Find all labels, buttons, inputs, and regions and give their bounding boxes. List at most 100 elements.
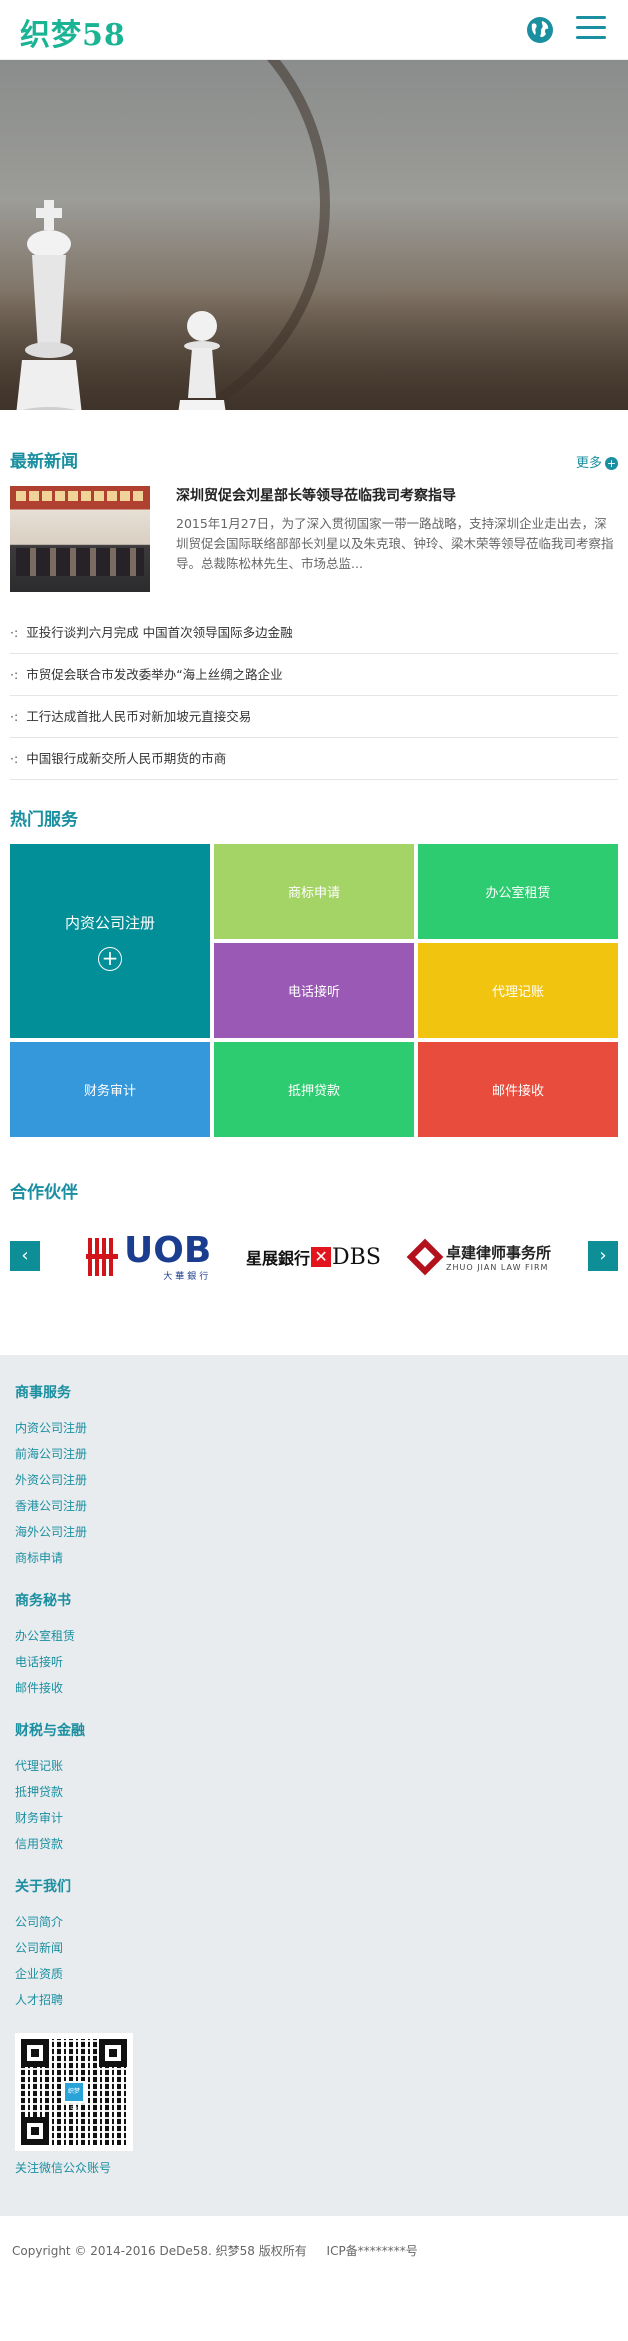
featured-news[interactable]: 深圳贸促会刘星部长等领导莅临我司考察指导 2015年1月27日，为了深入贯彻国家… — [0, 482, 628, 592]
plus-circle-icon: + — [98, 946, 122, 971]
menu-icon[interactable] — [576, 16, 606, 42]
footer-links: 内资公司注册 前海公司注册 外资公司注册 香港公司注册 海外公司注册 商标申请 — [15, 1415, 613, 1571]
header: 织梦58 — [0, 0, 628, 60]
footer-link[interactable]: 抵押贷款 — [15, 1779, 613, 1805]
partners-title: 合作伙伴 — [10, 1183, 78, 1203]
service-tile-domestic-registration[interactable]: 内资公司注册 + — [10, 844, 210, 1038]
footer-link[interactable]: 人才招聘 — [15, 1987, 613, 2013]
footer-links: 办公室租赁 电话接听 邮件接收 — [15, 1623, 613, 1701]
qr-finder — [21, 2117, 49, 2145]
partner-logo-uob[interactable]: UOB 大華銀行 — [86, 1231, 211, 1283]
icp-number[interactable]: ICP备********号 — [327, 2244, 418, 2258]
uob-mark-icon — [86, 1238, 118, 1276]
tile-label: 抵押贷款 — [287, 1084, 340, 1099]
featured-news-title[interactable]: 深圳贸促会刘星部长等领导莅临我司考察指导 — [176, 486, 618, 506]
footer-link[interactable]: 内资公司注册 — [15, 1415, 613, 1441]
footer-link[interactable]: 外资公司注册 — [15, 1467, 613, 1493]
news-list-item[interactable]: ·: 中国银行成新交所人民币期货的市商 — [10, 738, 618, 780]
footer-link[interactable]: 公司新闻 — [15, 1935, 613, 1961]
footer-link[interactable]: 信用贷款 — [15, 1831, 613, 1857]
footer-link[interactable]: 代理记账 — [15, 1753, 613, 1779]
copyright-bar: Copyright © 2014-2016 DeDe58. 织梦58 版权所有 … — [0, 2216, 628, 2286]
service-tile-phone-answering[interactable]: 电话接听 — [214, 943, 414, 1038]
services-title: 热门服务 — [10, 810, 78, 830]
footer: 商事服务 内资公司注册 前海公司注册 外资公司注册 香港公司注册 海外公司注册 … — [0, 1355, 628, 2216]
footer-links: 代理记账 抵押贷款 财务审计 信用贷款 — [15, 1753, 613, 1857]
service-tile-mortgage-loan[interactable]: 抵押贷款 — [214, 1042, 414, 1137]
wechat-qr-code: 织梦58 — [15, 2033, 133, 2151]
news-more-link[interactable]: 更多 + — [576, 452, 618, 471]
carousel-next-button[interactable]: › — [588, 1241, 618, 1271]
footer-group-about: 关于我们 公司简介 公司新闻 企业资质 人才招聘 — [15, 1877, 613, 2013]
footer-link[interactable]: 香港公司注册 — [15, 1493, 613, 1519]
thumb-banner — [16, 491, 144, 501]
dbs-x-icon: ✕ — [311, 1247, 332, 1267]
footer-link[interactable]: 公司简介 — [15, 1909, 613, 1935]
tile-label: 财务审计 — [83, 1084, 136, 1099]
service-tile-office-rental[interactable]: 办公室租赁 — [418, 844, 618, 939]
hero-banner[interactable] — [0, 60, 628, 410]
bullet-icon: ·: — [10, 751, 19, 766]
zhuojian-en-name: ZHUO JIAN LAW FIRM — [446, 1263, 549, 1272]
news-item-title: 亚投行谈判六月完成 中国首次领导国际多边金融 — [26, 625, 293, 640]
dbs-cn-name: 星展銀行 — [246, 1249, 311, 1268]
services-header: 热门服务 — [0, 800, 628, 840]
footer-group-secretary: 商务秘书 办公室租赁 电话接听 邮件接收 — [15, 1591, 613, 1701]
footer-link[interactable]: 商标申请 — [15, 1545, 613, 1571]
carousel-prev-button[interactable]: ‹ — [10, 1241, 40, 1271]
footer-link[interactable]: 电话接听 — [15, 1649, 613, 1675]
qr-finder — [99, 2039, 127, 2067]
chess-pawn-image — [178, 311, 226, 410]
news-list-item[interactable]: ·: 亚投行谈判六月完成 中国首次领导国际多边金融 — [10, 612, 618, 654]
uob-name: UOB — [124, 1229, 212, 1271]
zhuojian-wordmark: 卓建律师事务所 ZHUO JIAN LAW FIRM — [446, 1242, 551, 1272]
uob-wordmark: UOB 大華銀行 — [124, 1229, 212, 1282]
footer-link[interactable]: 办公室租赁 — [15, 1623, 613, 1649]
more-label: 更多 — [575, 456, 602, 471]
news-item-title: 市贸促会联合市发改委举办“海上丝绸之路企业 — [26, 667, 283, 682]
service-tile-mail-receiving[interactable]: 邮件接收 — [418, 1042, 618, 1137]
news-list-item[interactable]: ·: 市贸促会联合市发改委举办“海上丝绸之路企业 — [10, 654, 618, 696]
featured-news-info: 深圳贸促会刘星部长等领导莅临我司考察指导 2015年1月27日，为了深入贯彻国家… — [176, 486, 618, 592]
dbs-name: DBS — [332, 1244, 381, 1270]
footer-link[interactable]: 海外公司注册 — [15, 1519, 613, 1545]
news-header: 最新新闻 更多 + — [0, 442, 628, 482]
partners-section: 合作伙伴 ‹ UOB 大華銀行 星展銀行 ✕ DBS 卓建律师事务所 ZHUO … — [0, 1173, 628, 1303]
footer-group-title: 财税与金融 — [15, 1723, 85, 1739]
footer-group-title: 关于我们 — [15, 1879, 71, 1895]
bullet-icon: ·: — [10, 667, 19, 682]
footer-link[interactable]: 财务审计 — [15, 1805, 613, 1831]
footer-link[interactable]: 前海公司注册 — [15, 1441, 613, 1467]
news-title: 最新新闻 — [10, 452, 78, 472]
partner-logo-zhuojian[interactable]: 卓建律师事务所 ZHUO JIAN LAW FIRM — [406, 1231, 551, 1283]
partners-carousel: ‹ UOB 大華銀行 星展銀行 ✕ DBS 卓建律师事务所 ZHUO JIAN … — [0, 1223, 628, 1303]
news-list-item[interactable]: ·: 工行达成首批人民币对新加坡元直接交易 — [10, 696, 618, 738]
news-section: 最新新闻 更多 + 深圳贸促会刘星部长等领导莅临我司考察指导 2015年1月27日… — [0, 442, 628, 780]
footer-links: 公司简介 公司新闻 企业资质 人才招聘 — [15, 1909, 613, 2013]
featured-news-summary: 2015年1月27日，为了深入贯彻国家一带一路战略，支持深圳企业走出去，深圳贸促… — [176, 516, 614, 571]
footer-link[interactable]: 企业资质 — [15, 1961, 613, 1987]
tile-label: 办公室租赁 — [485, 886, 551, 901]
bullet-icon: ·: — [10, 709, 19, 724]
tile-label: 电话接听 — [287, 985, 340, 1000]
services-grid: 内资公司注册 + 商标申请 办公室租赁 电话接听 代理记账 财务审计 抵押贷款 … — [0, 844, 628, 1137]
qr-center-logo: 织梦58 — [63, 2081, 85, 2113]
footer-group-title: 商务秘书 — [15, 1593, 71, 1609]
copyright-text: Copyright © 2014-2016 DeDe58. 织梦58 版权所有 — [12, 2244, 307, 2258]
banner-floor — [0, 290, 628, 410]
partner-logo-dbs[interactable]: 星展銀行 ✕ DBS — [246, 1231, 381, 1283]
tile-label: 邮件接收 — [491, 1084, 544, 1099]
logo[interactable]: 织梦58 — [20, 10, 126, 54]
plus-icon: + — [605, 457, 618, 470]
news-item-title: 中国银行成新交所人民币期货的市商 — [26, 751, 227, 766]
footer-link[interactable]: 邮件接收 — [15, 1675, 613, 1701]
bullet-icon: ·: — [10, 625, 19, 640]
globe-icon[interactable] — [526, 16, 554, 44]
service-tile-audit[interactable]: 财务审计 — [10, 1042, 210, 1137]
service-tile-trademark[interactable]: 商标申请 — [214, 844, 414, 939]
service-tile-bookkeeping[interactable]: 代理记账 — [418, 943, 618, 1038]
chess-king-image — [16, 200, 82, 410]
featured-news-image[interactable] — [10, 486, 150, 592]
zhuojian-mark-icon — [406, 1238, 444, 1276]
footer-group-finance: 财税与金融 代理记账 抵押贷款 财务审计 信用贷款 — [15, 1721, 613, 1857]
